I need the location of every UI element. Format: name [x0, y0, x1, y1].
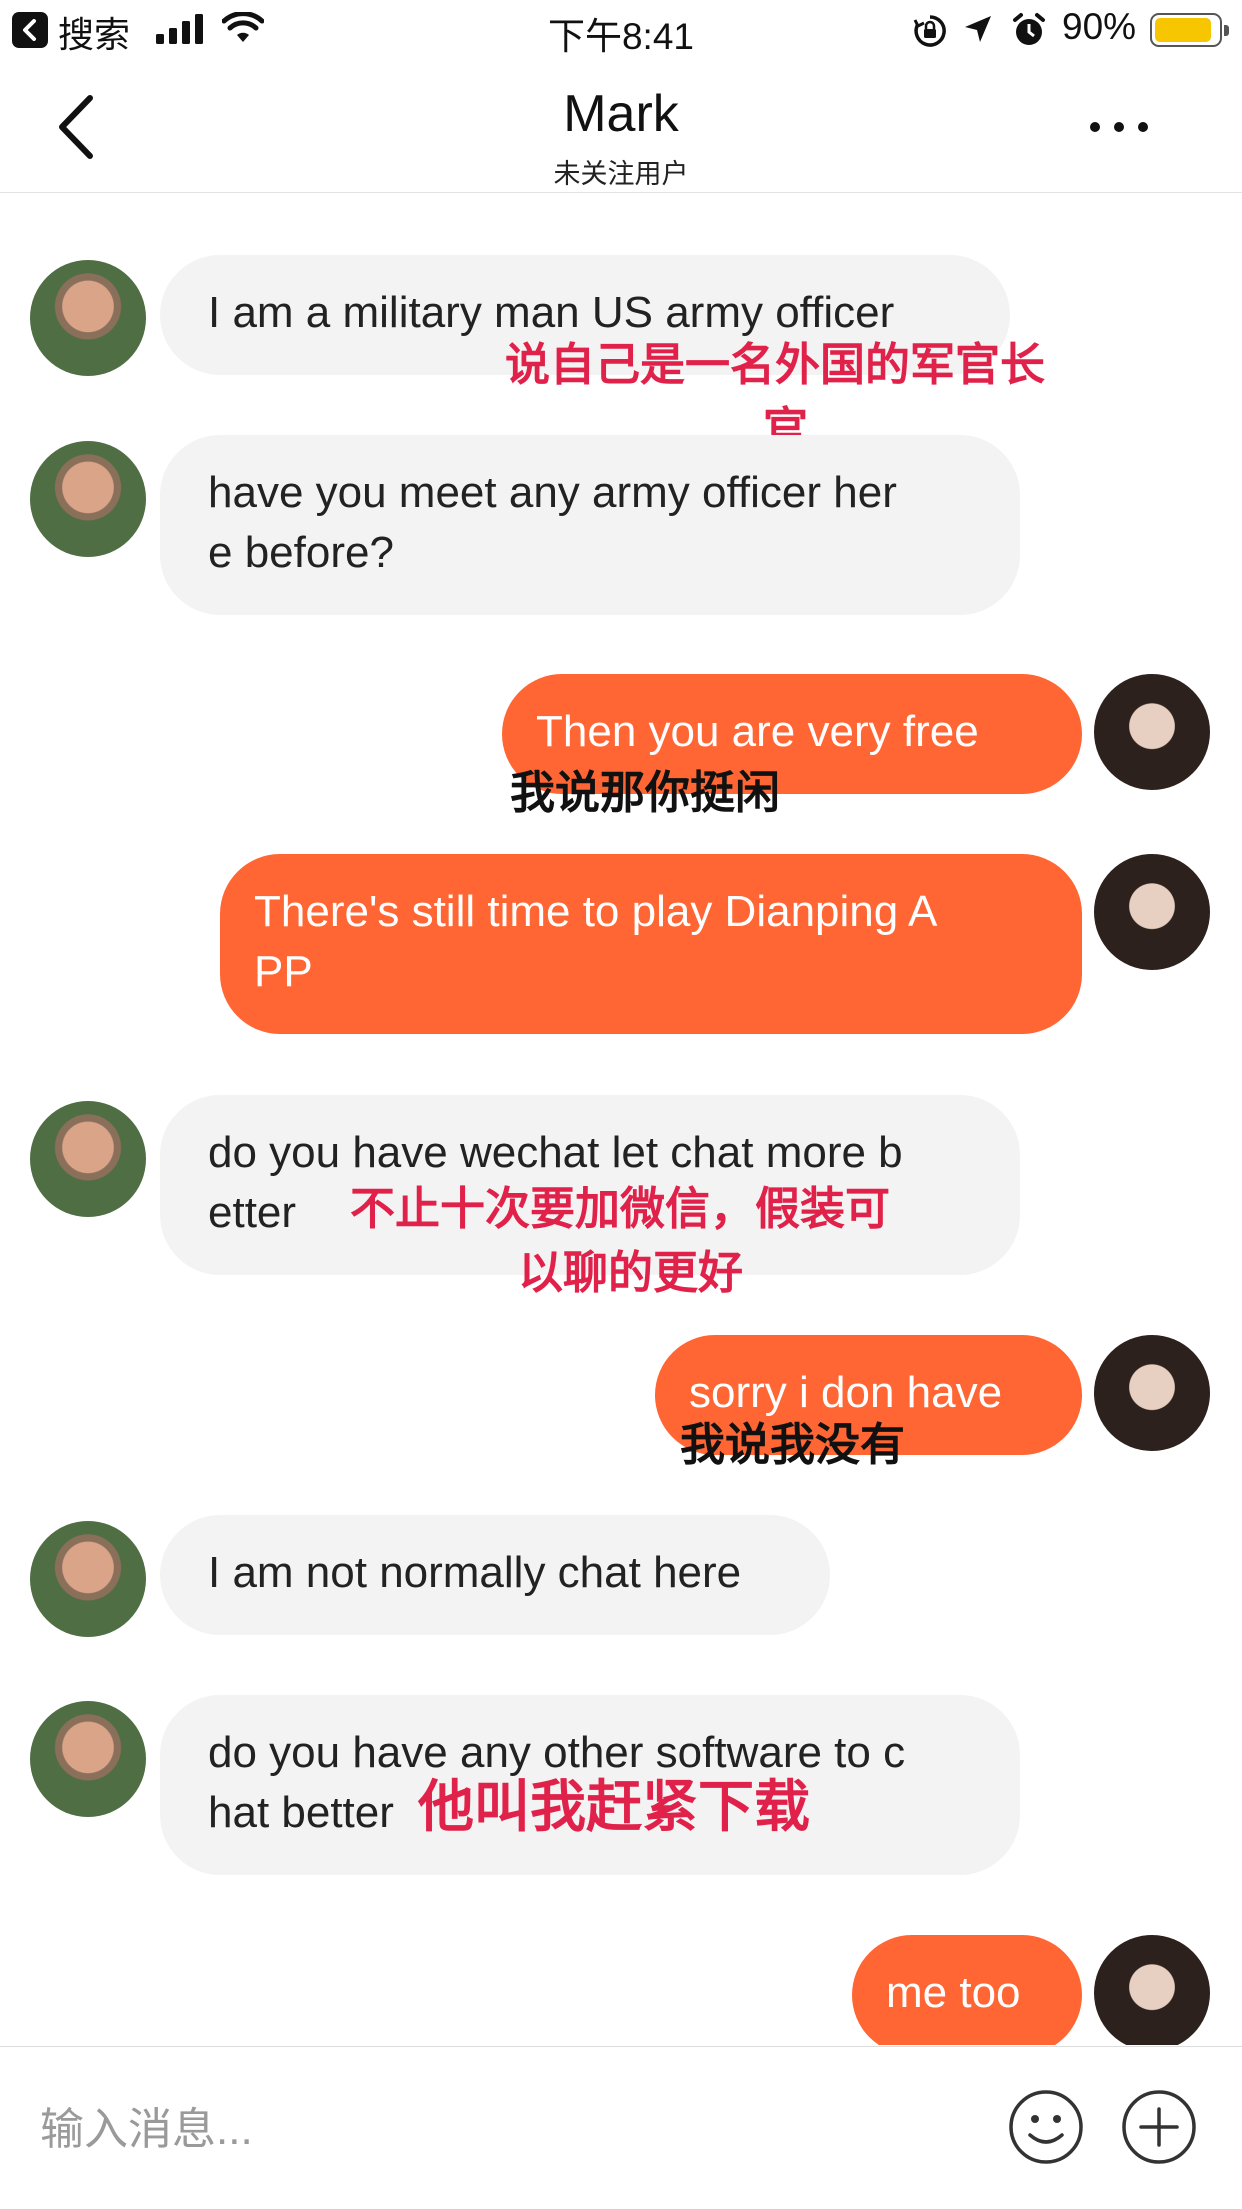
battery-percent: 90% — [1062, 6, 1137, 47]
status-bar: 搜索 下午8:41 90% — [0, 0, 1242, 62]
avatar-me[interactable] — [1094, 854, 1210, 970]
status-time: 下午8:41 — [547, 16, 694, 57]
message-outgoing[interactable]: There's still time to play Dianping A PP — [220, 854, 1082, 1034]
input-bar: 输入消息... — [0, 2046, 1242, 2209]
avatar-me[interactable] — [1094, 1335, 1210, 1451]
chat-title: Mark — [563, 85, 679, 143]
chat-area[interactable]: I am a military man US army officer 说自己是… — [0, 193, 1242, 2045]
avatar-mark[interactable] — [30, 1521, 146, 1637]
avatar-me[interactable] — [1094, 1935, 1210, 2045]
plus-icon[interactable] — [1121, 2089, 1197, 2165]
battery-fill — [1155, 18, 1211, 42]
avatar-mark[interactable] — [30, 1101, 146, 1217]
message-input[interactable]: 输入消息... — [40, 2093, 253, 2157]
orientation-lock-icon — [913, 15, 946, 47]
avatar-me[interactable] — [1094, 674, 1210, 790]
location-icon — [965, 16, 991, 42]
annotation: 以聊的更好 — [518, 1247, 744, 1298]
avatar-mark[interactable] — [30, 441, 146, 557]
annotation: 不止十次要加微信，假装可 — [350, 1183, 891, 1234]
annotation: 我说那你挺闲 — [510, 767, 781, 818]
annotation: 说自己是一名外国的军官长 — [505, 339, 1046, 390]
avatar-mark[interactable] — [30, 260, 146, 376]
nav-bar: Mark 未关注用户 — [0, 62, 1242, 193]
message-incoming[interactable]: I am not normally chat here — [160, 1515, 830, 1635]
annotation: 他叫我赶紧下载 — [418, 1775, 810, 1838]
emoji-icon[interactable] — [1008, 2089, 1084, 2165]
avatar-mark[interactable] — [30, 1701, 146, 1817]
battery-icon — [1150, 13, 1229, 47]
annotation: 我说我没有 — [680, 1419, 906, 1470]
chat-subtitle: 未关注用户 — [553, 159, 689, 189]
more-icon[interactable] — [1090, 112, 1156, 142]
message-outgoing[interactable]: me too — [852, 1935, 1082, 2045]
message-incoming[interactable]: have you meet any army officer her e bef… — [160, 435, 1020, 615]
alarm-icon — [1013, 13, 1045, 45]
